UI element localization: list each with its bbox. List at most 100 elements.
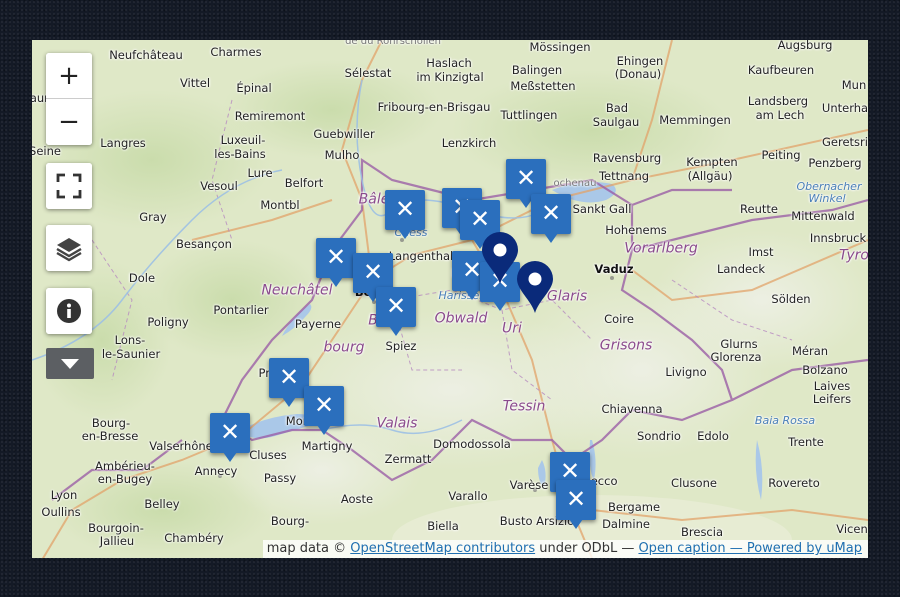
place-label: Edolo: [697, 428, 729, 443]
place-label: Mulho: [324, 147, 360, 162]
place-label: Biella: [427, 518, 459, 533]
place-label: Mun: [841, 77, 867, 92]
place-label: Haslach: [426, 55, 472, 70]
place-label: Spiez: [385, 338, 417, 353]
info-control: [46, 288, 92, 334]
place-label: Mittenwald: [791, 208, 855, 223]
map-pin-icon[interactable]: [515, 260, 555, 314]
close-icon: ✕: [565, 485, 587, 513]
region-label: Tyro: [839, 247, 868, 264]
map-marker[interactable]: ✕: [210, 413, 250, 462]
place-label: Poligny: [147, 314, 189, 329]
water-label: Baia Rossa: [754, 414, 816, 428]
place-label: Ambérieu-: [95, 458, 155, 473]
minor-label: de du Rohrschollen: [345, 40, 441, 47]
place-label: Neufchâteau: [109, 47, 183, 62]
place-label: Sondrio: [637, 428, 681, 443]
place-label: (Allgäu): [687, 168, 733, 183]
place-label: Brescia: [681, 524, 723, 539]
map-attribution: map data © OpenStreetMap contributors un…: [262, 540, 868, 558]
map-marker[interactable]: ✕: [269, 358, 309, 407]
place-label: Vesoul: [200, 178, 238, 193]
place-label: Luxeuil-: [220, 132, 266, 147]
fullscreen-button[interactable]: [46, 163, 92, 209]
zoom-in-button[interactable]: +: [46, 53, 92, 99]
place-label: im Kinzigtal: [416, 69, 484, 84]
water-label: Obernacher: [796, 180, 862, 194]
layers-button[interactable]: [46, 225, 92, 271]
region-label: Neuchâtel: [261, 282, 333, 299]
place-label: Pontarlier: [213, 302, 269, 317]
place-label: Hohenems: [605, 222, 667, 237]
place-label: Glurns: [720, 336, 758, 351]
map-marker[interactable]: ✕: [304, 386, 344, 435]
place-label: Varallo: [448, 488, 488, 503]
more-controls-button[interactable]: [46, 348, 94, 379]
place-label: Bourg-: [270, 513, 310, 528]
place-label: Unterha: [821, 100, 868, 115]
zoom-control: + −: [46, 53, 92, 145]
map-marker[interactable]: ✕: [556, 480, 596, 529]
place-label: Domodossola: [433, 436, 511, 451]
water-label: Winkel: [808, 192, 846, 206]
info-button[interactable]: [46, 288, 92, 334]
place-label: Langres: [100, 135, 146, 150]
region-label: Obwald: [434, 310, 488, 327]
place-label: Reutte: [740, 201, 778, 216]
attribution-separator: —: [725, 541, 747, 556]
place-label: Bourgoin-: [88, 520, 144, 535]
map-marker[interactable]: ✕: [385, 190, 425, 239]
place-label: Kempten: [686, 154, 738, 169]
chevron-down-icon: [61, 359, 79, 369]
close-icon: ✕: [278, 363, 300, 391]
place-label: Imst: [748, 244, 774, 259]
region-label: Valais: [376, 415, 418, 432]
place-label: Zermatt: [384, 451, 432, 466]
place-label: Cluses: [249, 447, 287, 462]
region-label: bourg: [323, 339, 365, 356]
minor-label: ochenau: [553, 177, 597, 189]
place-label: Besançon: [176, 236, 232, 251]
osm-contributors-link[interactable]: OpenStreetMap contributors: [350, 541, 535, 556]
map-pin-icon[interactable]: [480, 231, 520, 285]
map-marker[interactable]: ✕: [316, 238, 356, 287]
place-label: Belley: [144, 496, 180, 511]
place-label: Lons-: [114, 332, 146, 347]
place-label: Memmingen: [659, 112, 731, 127]
region-label: Tessin: [502, 398, 546, 415]
place-label: Annecy: [194, 463, 238, 478]
open-caption-link[interactable]: Open caption: [638, 541, 725, 556]
place-label: Sölden: [771, 291, 811, 306]
place-label: am Lech: [755, 107, 805, 122]
place-label: Balingen: [511, 62, 563, 77]
place-label: Aoste: [340, 491, 374, 506]
region-label: Vorarlberg: [624, 240, 698, 257]
place-label: Passy: [263, 470, 297, 485]
place-label: Épinal: [236, 80, 272, 95]
zoom-out-button[interactable]: −: [46, 99, 92, 145]
place-label: Jallieu: [99, 533, 135, 548]
place-label: Martigny: [301, 438, 353, 453]
map-marker[interactable]: ✕: [531, 194, 571, 243]
map-marker[interactable]: ✕: [506, 159, 546, 208]
place-label: Bad: [605, 100, 629, 115]
place-label: Lure: [247, 165, 273, 180]
place-label: Sankt Gall: [572, 201, 632, 216]
place-label: Varèse: [509, 477, 549, 492]
place-label: Vittel: [179, 75, 211, 90]
place-label: Montbl: [260, 197, 300, 212]
powered-by-umap-link[interactable]: — Powered by uMap: [726, 541, 862, 556]
place-label: Augsburg: [777, 40, 833, 52]
place-label: Landeck: [716, 261, 766, 276]
map-marker[interactable]: ✕: [376, 287, 416, 336]
place-label: Chiavenna: [601, 401, 663, 416]
place-label: Kaufbeuren: [747, 62, 815, 77]
close-icon: ✕: [325, 243, 347, 271]
place-label: Penzberg: [808, 155, 862, 170]
place-label: Sélestat: [344, 65, 392, 80]
close-icon: ✕: [394, 195, 416, 223]
place-label: Glorenza: [710, 349, 762, 364]
close-icon: ✕: [540, 199, 562, 227]
map-view[interactable]: Neufchâteau Charmes Mössingen Augsburg Vitte…: [32, 40, 868, 558]
place-label: Lenzkirch: [441, 135, 497, 150]
